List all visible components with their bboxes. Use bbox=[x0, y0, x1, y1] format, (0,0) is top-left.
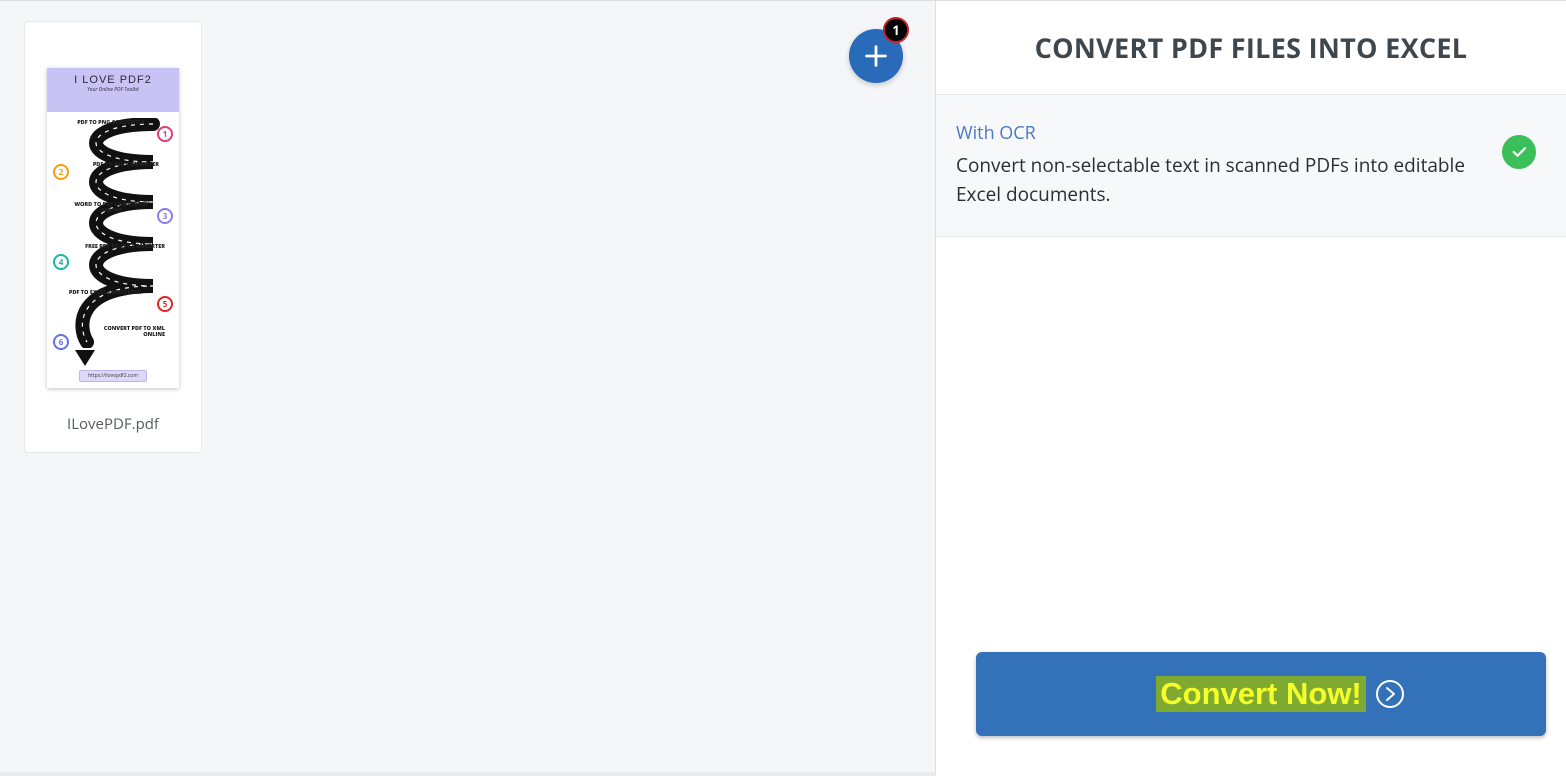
option-selected-check bbox=[1502, 135, 1536, 169]
convert-button-label: Convert Now! bbox=[1156, 676, 1366, 712]
thumb-header: I LOVE PDF2 Your Online PDF Toolkit bbox=[47, 68, 179, 112]
app-root: I LOVE PDF2 Your Online PDF Toolkit 1 2 … bbox=[0, 0, 1566, 776]
option-description: Convert non-selectable text in scanned P… bbox=[956, 151, 1484, 210]
file-name-label: ILovePDF.pdf bbox=[25, 400, 201, 452]
check-icon bbox=[1510, 143, 1528, 161]
thumb-step-node-6: 6 bbox=[53, 334, 69, 350]
plus-icon bbox=[862, 42, 890, 70]
convert-button[interactable]: Convert Now! bbox=[976, 652, 1546, 736]
file-count-badge: 1 bbox=[883, 17, 909, 43]
option-with-ocr[interactable]: With OCR Convert non-selectable text in … bbox=[936, 95, 1566, 237]
thumb-step-node-4: 4 bbox=[53, 254, 69, 270]
file-drop-area[interactable]: I LOVE PDF2 Your Online PDF Toolkit 1 2 … bbox=[0, 1, 936, 776]
thumb-step-node-5: 5 bbox=[157, 296, 173, 312]
thumb-step-node-1: 1 bbox=[157, 126, 173, 142]
thumb-url-pill: https://ilovepdf2.com bbox=[79, 370, 147, 382]
thumb-step-label-6: CONVERT PDF TO XML ONLINE bbox=[85, 326, 165, 338]
add-file-button[interactable]: 1 bbox=[849, 29, 903, 83]
thumb-subtitle: Your Online PDF Toolkit bbox=[47, 87, 179, 93]
thumb-step-node-3: 3 bbox=[157, 208, 173, 224]
file-thumb-wrap: I LOVE PDF2 Your Online PDF Toolkit 1 2 … bbox=[25, 22, 201, 400]
file-thumbnail: I LOVE PDF2 Your Online PDF Toolkit 1 2 … bbox=[47, 68, 179, 388]
thumb-title: I LOVE PDF2 bbox=[47, 74, 179, 86]
panel-spacer bbox=[936, 237, 1566, 652]
options-panel: CONVERT PDF FILES INTO EXCEL With OCR Co… bbox=[936, 1, 1566, 776]
thumb-step-node-2: 2 bbox=[53, 164, 69, 180]
thumb-step-label-2: PDF TO PSD CONVERTER bbox=[79, 162, 159, 168]
thumb-step-label-1: PDF TO PNG CONVERTER bbox=[71, 120, 151, 126]
arrow-right-circle-icon bbox=[1374, 678, 1406, 710]
thumb-step-label-5: PDF TO EXCEL CONVERTER bbox=[65, 290, 145, 296]
file-card[interactable]: I LOVE PDF2 Your Online PDF Toolkit 1 2 … bbox=[24, 21, 202, 453]
thumb-arrowhead-icon bbox=[75, 350, 95, 366]
convert-bar: Convert Now! bbox=[936, 652, 1566, 776]
thumb-footer: https://ilovepdf2.com bbox=[47, 370, 179, 382]
thumb-road-graphic bbox=[57, 118, 169, 348]
option-text: With OCR Convert non-selectable text in … bbox=[956, 121, 1484, 210]
thumb-step-label-3: WORD TO PDF CONVERTER ONLINE bbox=[71, 202, 151, 214]
panel-title: CONVERT PDF FILES INTO EXCEL bbox=[936, 1, 1566, 95]
option-heading: With OCR bbox=[956, 121, 1484, 145]
thumb-step-label-4: FREE PDF TO PPT CONVERTER bbox=[85, 244, 165, 250]
